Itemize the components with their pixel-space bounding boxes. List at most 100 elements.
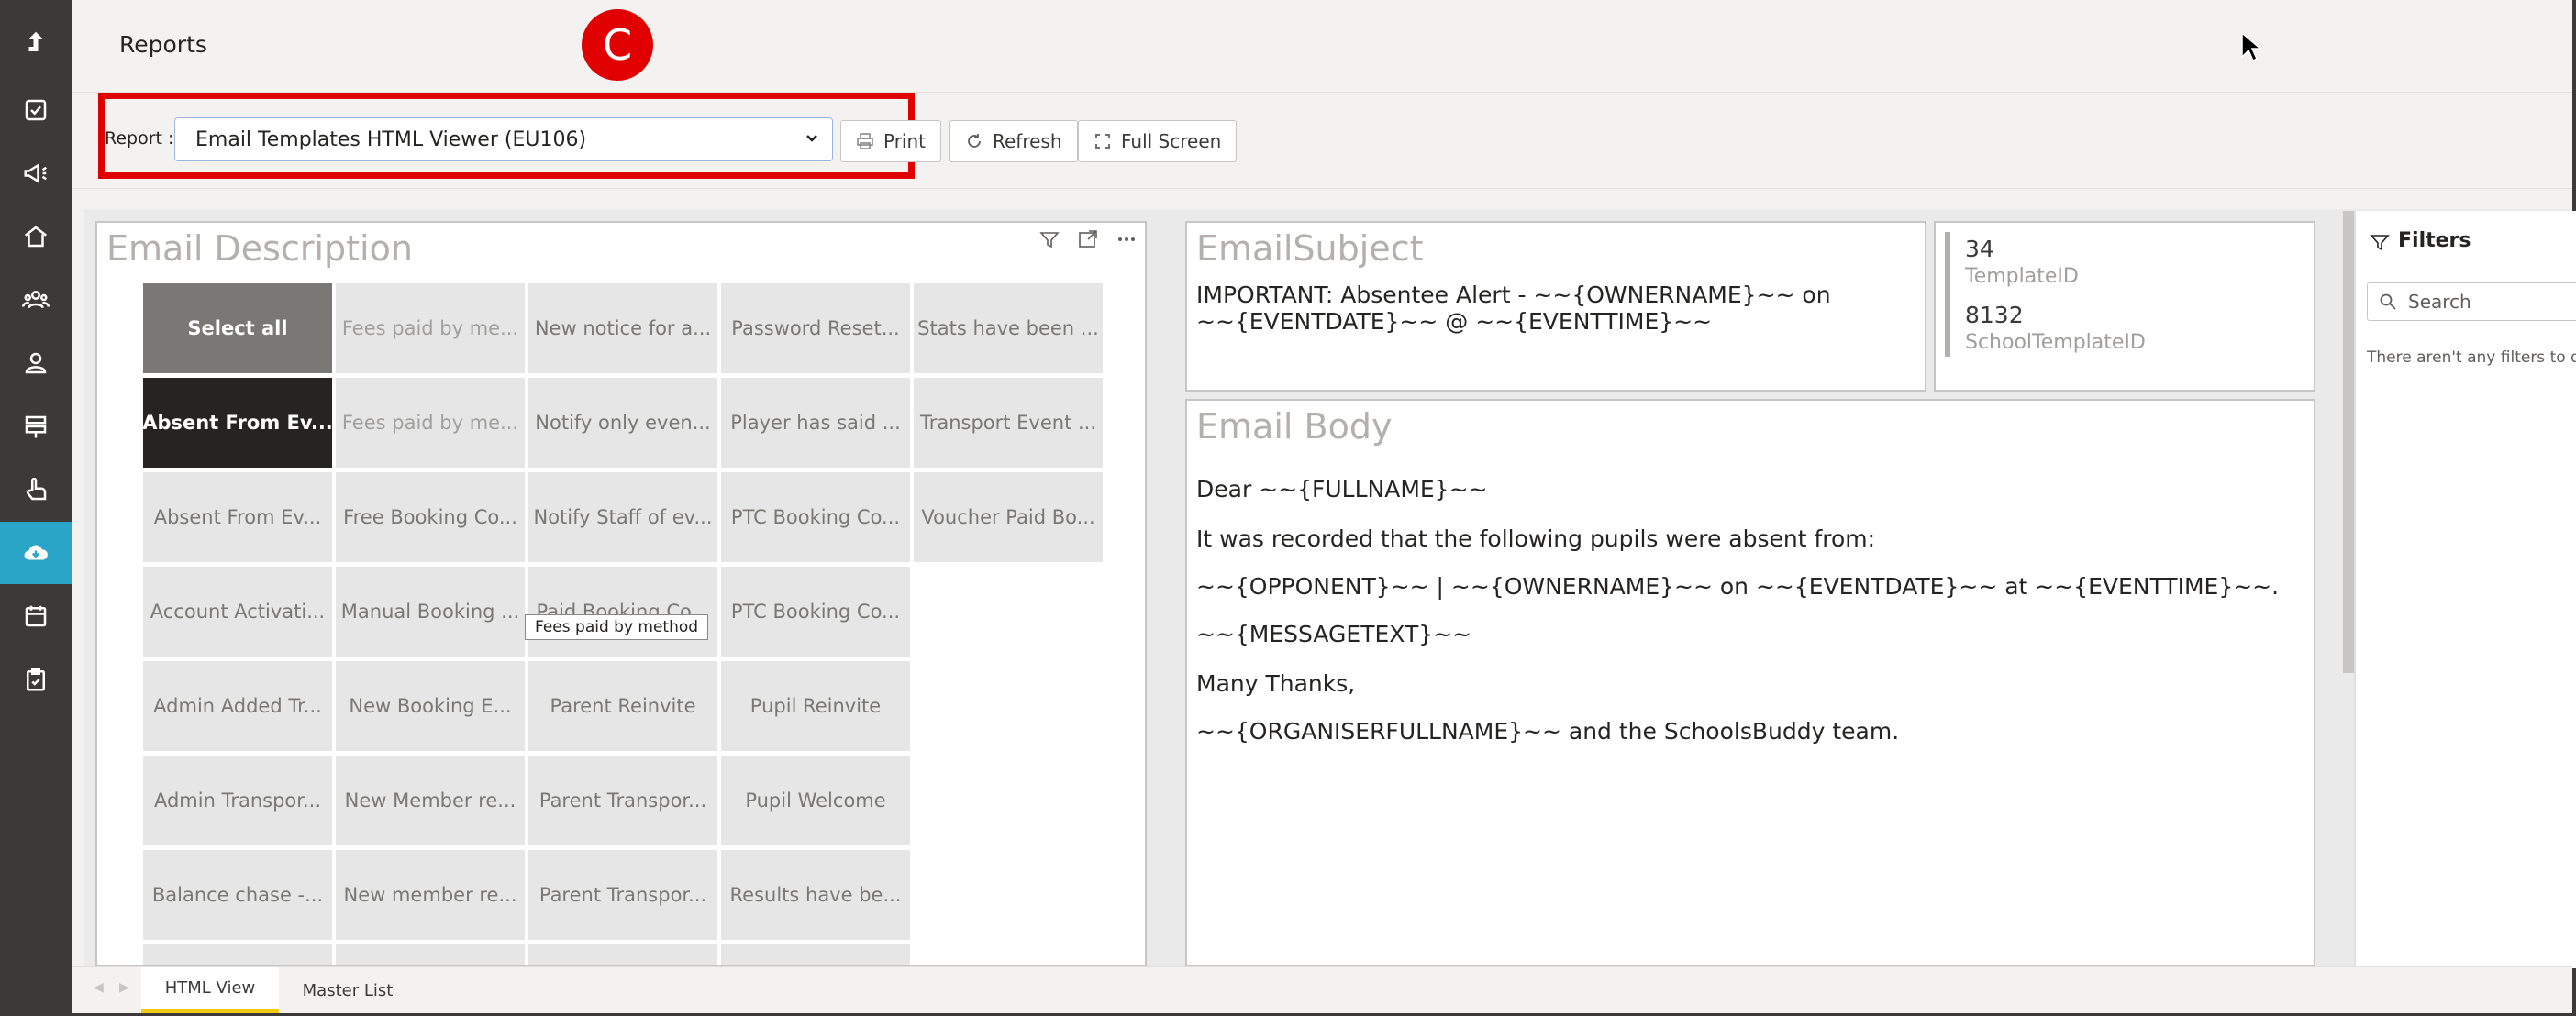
slicer-tile[interactable]: Account Activati...: [143, 567, 332, 657]
tab-label: HTML View: [164, 978, 256, 998]
email-body-title: Email Body: [1196, 406, 1393, 447]
toolbar-divider: [72, 188, 2572, 189]
email-subject-text: IMPORTANT: Absentee Alert - ~~{OWNERNAME…: [1196, 282, 1831, 335]
slicer-tile[interactable]: Pupil Reinvite: [721, 661, 910, 751]
slicer-tile[interactable]: Parent Transpor...: [528, 756, 717, 845]
email-body-line: Many Thanks,: [1196, 670, 1356, 697]
main-area: Reports C Report : Email Templates HTML …: [72, 0, 2576, 1013]
visual-header-icons: [1038, 228, 1138, 250]
slicer-tile[interactable]: Results have be...: [721, 850, 910, 940]
filters-title: Filters: [2398, 229, 2471, 252]
exit-icon[interactable]: [0, 11, 72, 73]
page-tabs-bar: ◀ ▶ HTML View Master List: [72, 966, 2572, 1013]
email-subject-visual: EmailSubject IMPORTANT: Absentee Alert -…: [1185, 221, 1926, 392]
group-icon[interactable]: [0, 269, 72, 331]
refresh-button[interactable]: Refresh: [949, 120, 1078, 162]
megaphone-icon[interactable]: [0, 142, 72, 204]
slicer-tile[interactable]: Balance chase -...: [143, 850, 332, 940]
slicer-tile[interactable]: Admin Transpor...: [143, 756, 332, 845]
select-all-tile[interactable]: Select all: [143, 283, 332, 373]
mouse-cursor-icon: [2241, 31, 2262, 62]
slicer-tile[interactable]: PTC Booking Co...: [721, 567, 910, 657]
slicer-tile[interactable]: Paid Booking Co...: [528, 567, 717, 657]
hand-pointer-icon[interactable]: [0, 458, 72, 521]
slicer-tile[interactable]: [143, 944, 332, 965]
slicer-tile[interactable]: Manual Booking ...: [336, 567, 525, 657]
tab-next-icon[interactable]: ▶: [119, 980, 132, 999]
slicer-tile[interactable]: PTC Booking Co...: [721, 472, 910, 562]
fullscreen-label: Full Screen: [1121, 130, 1222, 152]
slicer-tile[interactable]: New member re...: [336, 850, 525, 940]
school-template-id-label: SchoolTemplateID: [1965, 331, 2146, 354]
email-body-line: ~~{MESSAGETEXT}~~: [1196, 621, 1472, 647]
clipboard-check-icon[interactable]: [0, 648, 72, 711]
search-icon: [2380, 293, 2396, 310]
email-body-visual: Email Body Dear ~~{FULLNAME}~~ It was rec…: [1185, 399, 2315, 966]
refresh-label: Refresh: [993, 130, 1062, 152]
filters-pane: Filters Search There aren't any filters …: [2354, 211, 2576, 968]
slicer-tile[interactable]: New notice for a...: [528, 283, 717, 373]
tile-tooltip: Fees paid by method: [525, 614, 709, 640]
ids-card: 34 TemplateID 8132 SchoolTemplateID: [1934, 221, 2315, 392]
calendar-icon[interactable]: [0, 585, 72, 647]
filter-icon: [2370, 235, 2390, 251]
template-id-value: 34: [1965, 236, 1994, 262]
checklist-icon[interactable]: [0, 79, 72, 141]
slicer-tile[interactable]: Transport Event ...: [914, 378, 1103, 468]
person-icon[interactable]: [0, 332, 72, 394]
filter-icon[interactable]: [1038, 228, 1060, 250]
slicer-tile[interactable]: [336, 944, 525, 965]
slicer-tile[interactable]: [528, 944, 717, 965]
fullscreen-button[interactable]: Full Screen: [1078, 120, 1238, 162]
tab-html-view[interactable]: HTML View: [141, 967, 279, 1013]
slicer-tile[interactable]: Parent Reinvite: [528, 661, 717, 751]
print-button[interactable]: Print: [840, 120, 942, 162]
email-subject-title: EmailSubject: [1196, 228, 1424, 269]
page-scrollbar[interactable]: [2343, 211, 2354, 673]
slicer-tile[interactable]: Password Reset...: [721, 283, 910, 373]
slicer-tile[interactable]: New Member re...: [336, 756, 525, 845]
filters-search-placeholder: Search: [2408, 291, 2471, 313]
sidebar: [0, 0, 72, 1016]
report-select[interactable]: Email Templates HTML Viewer (EU106): [174, 117, 833, 161]
slicer-tile[interactable]: Pupil Welcome: [721, 756, 910, 845]
focus-mode-icon[interactable]: [1077, 228, 1099, 250]
slicer-tile[interactable]: Notify Staff of ev...: [528, 472, 717, 562]
slicer-tile[interactable]: Stats have been ...: [914, 283, 1103, 373]
report-label: Report :: [105, 128, 174, 149]
signpost-icon[interactable]: [0, 395, 72, 458]
cloud-download-icon[interactable]: [0, 522, 72, 584]
refresh-icon: [968, 134, 981, 148]
report-select-value: Email Templates HTML Viewer (EU106): [195, 127, 587, 151]
slicer-tile[interactable]: Player has said ...: [721, 378, 910, 468]
slicer-tile[interactable]: Admin Added Tr...: [143, 661, 332, 751]
slicer-tile[interactable]: New Booking E...: [336, 661, 525, 751]
more-options-icon[interactable]: [1116, 228, 1138, 250]
email-description-title: Email Description: [106, 228, 413, 269]
email-description-visual: Email Description Select all Fees paid by…: [95, 221, 1147, 966]
fullscreen-icon: [1095, 134, 1110, 149]
slicer-tile[interactable]: Fees paid by me...: [336, 283, 525, 373]
slicer-tile[interactable]: Absent From Ev...: [143, 378, 332, 468]
slicer-tile[interactable]: [721, 944, 910, 965]
slicer-tile[interactable]: Voucher Paid Bo...: [914, 472, 1103, 562]
card-accent-bar: [1945, 232, 1950, 357]
slicer-tile[interactable]: Free Booking Co...: [336, 472, 525, 562]
step-badge: C: [582, 9, 653, 81]
tab-prev-icon[interactable]: ◀: [94, 980, 106, 999]
filters-search-input[interactable]: Search: [2367, 282, 2576, 321]
email-body-line: ~~{ORGANISERFULLNAME}~~ and the SchoolsB…: [1196, 718, 1900, 745]
email-body-line: Dear ~~{FULLNAME}~~: [1196, 476, 1488, 502]
home-icon[interactable]: [0, 205, 72, 268]
slicer-tile[interactable]: Parent Transpor...: [528, 850, 717, 940]
printer-icon: [857, 133, 873, 149]
template-id-label: TemplateID: [1965, 265, 2079, 288]
slicer-tile[interactable]: Absent From Ev...: [143, 472, 332, 562]
slicer-tile[interactable]: Notify only even...: [528, 378, 717, 468]
tab-label: Master List: [302, 980, 394, 1000]
chevron-down-icon: [806, 135, 817, 142]
print-label: Print: [883, 130, 927, 152]
tab-master-list[interactable]: Master List: [279, 967, 416, 1013]
page-title: Reports: [119, 31, 207, 58]
slicer-tile[interactable]: Fees paid by me...: [336, 378, 525, 468]
